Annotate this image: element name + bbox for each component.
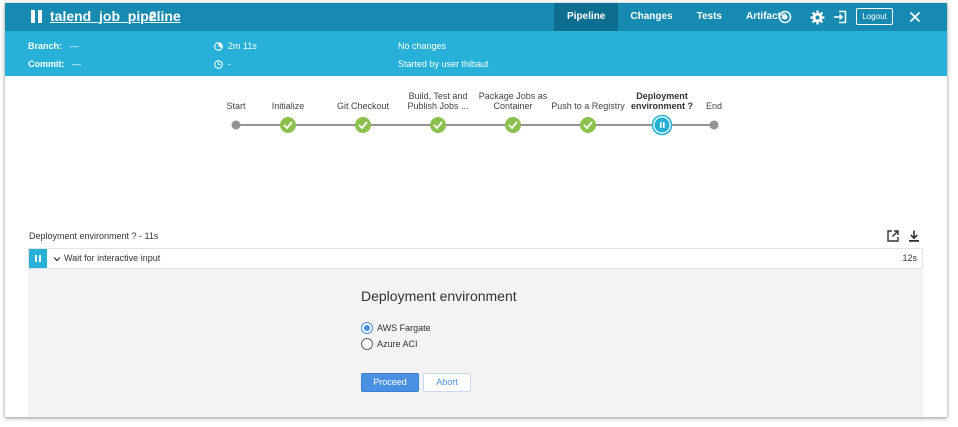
record-icon[interactable]	[776, 8, 794, 26]
job-name-link[interactable]: talend_job_pipeline	[50, 8, 181, 24]
stage-label-line: Push to a Registry	[551, 101, 625, 111]
stage-node-3[interactable]	[430, 117, 446, 133]
stage-node-4[interactable]	[505, 117, 521, 133]
stage-label-2: Git Checkout	[337, 101, 389, 111]
stage-label-4: Package Jobs as Container	[479, 91, 548, 111]
pause-bar	[660, 122, 662, 128]
stage-node-0	[231, 120, 241, 130]
stage-label-line: Container	[493, 101, 533, 111]
stage-node-6[interactable]	[651, 114, 673, 136]
commit-info: Commit: —	[28, 59, 81, 69]
commit-value: —	[72, 59, 82, 69]
input-panel: Deployment environment AWS Fargate Azure…	[28, 269, 923, 417]
started-by: Started by user thibaut	[398, 59, 489, 69]
input-heading: Deployment environment	[361, 288, 517, 304]
stage-label-5: Push to a Registry	[551, 101, 625, 111]
logout-button[interactable]: Logout	[856, 8, 893, 25]
stage-label-line: End	[705, 101, 723, 111]
step-title: Deployment environment ? - 11s	[29, 231, 159, 241]
run-duration: 2m 11s	[228, 41, 257, 51]
pipeline-graph	[231, 114, 719, 136]
stage-label-3: Build, Test and Publish Jobs ...	[407, 91, 468, 111]
stage-node-2[interactable]	[355, 117, 371, 133]
stage-node-7	[709, 120, 719, 130]
exit-icon[interactable]	[831, 8, 849, 26]
run-time: -	[228, 59, 231, 69]
proceed-button[interactable]: Proceed	[361, 373, 419, 392]
option-label: Azure ACI	[377, 339, 418, 349]
stage-node-1[interactable]	[280, 117, 296, 133]
stage-label-line: Package Jobs as	[478, 91, 548, 101]
branch-value: —	[69, 41, 79, 51]
stage-label-line: Git Checkout	[336, 101, 390, 111]
tab-tests[interactable]: Tests	[685, 3, 734, 31]
commit-label: Commit:	[28, 59, 65, 69]
stage-label-line: Initialize	[271, 101, 305, 111]
stage-label-0: Start	[226, 101, 245, 111]
stage-label-7: End	[706, 101, 722, 111]
option-label: AWS Fargate	[377, 323, 431, 333]
stage-label-line: Publish Jobs ...	[407, 101, 469, 111]
tab-pipeline[interactable]: Pipeline	[554, 3, 619, 31]
stage-label-line: Build, Test and	[408, 91, 468, 101]
stage-label-1: Initialize	[272, 101, 305, 111]
duration-icon	[214, 42, 223, 51]
tab-changes[interactable]: Changes	[618, 3, 684, 31]
pause-bar	[663, 122, 665, 128]
tab-bar: Pipeline Changes Tests Artifacts	[554, 3, 799, 31]
stage-label-line: environment ?	[630, 101, 694, 111]
stage-node-5[interactable]	[580, 117, 596, 133]
stage-label-6: Deployment environment ?	[631, 91, 693, 111]
step-duration: 12s	[902, 253, 917, 263]
branch-label: Branch:	[28, 41, 63, 51]
stage-label-line: Deployment	[636, 91, 688, 101]
changes-summary: No changes	[398, 41, 447, 51]
pause-icon[interactable]	[31, 10, 43, 24]
run-info-bar: Branch: — Commit: — 2m 11s - No changes …	[5, 31, 947, 76]
close-icon[interactable]	[906, 8, 924, 26]
run-number: 2	[149, 8, 157, 24]
step-label[interactable]: Wait for interactive input	[64, 253, 160, 263]
gear-icon[interactable]	[808, 8, 826, 26]
radio-azure-aci[interactable]	[361, 338, 373, 350]
abort-button[interactable]: Abort	[423, 373, 471, 392]
radio-aws-fargate[interactable]	[361, 322, 373, 334]
clock-icon	[214, 60, 223, 69]
stage-label-line: Start	[226, 101, 246, 111]
chevron-down-icon[interactable]	[53, 255, 61, 263]
step-row[interactable]: Wait for interactive input 12s	[28, 248, 923, 269]
branch-info: Branch: —	[28, 41, 79, 51]
app-window: talend_job_pipeline 2 Pipeline Changes T…	[5, 3, 947, 417]
step-paused-icon	[29, 249, 47, 268]
top-nav-bar: talend_job_pipeline 2 Pipeline Changes T…	[5, 3, 947, 31]
download-icon[interactable]	[907, 229, 921, 243]
open-external-icon[interactable]	[886, 229, 900, 243]
